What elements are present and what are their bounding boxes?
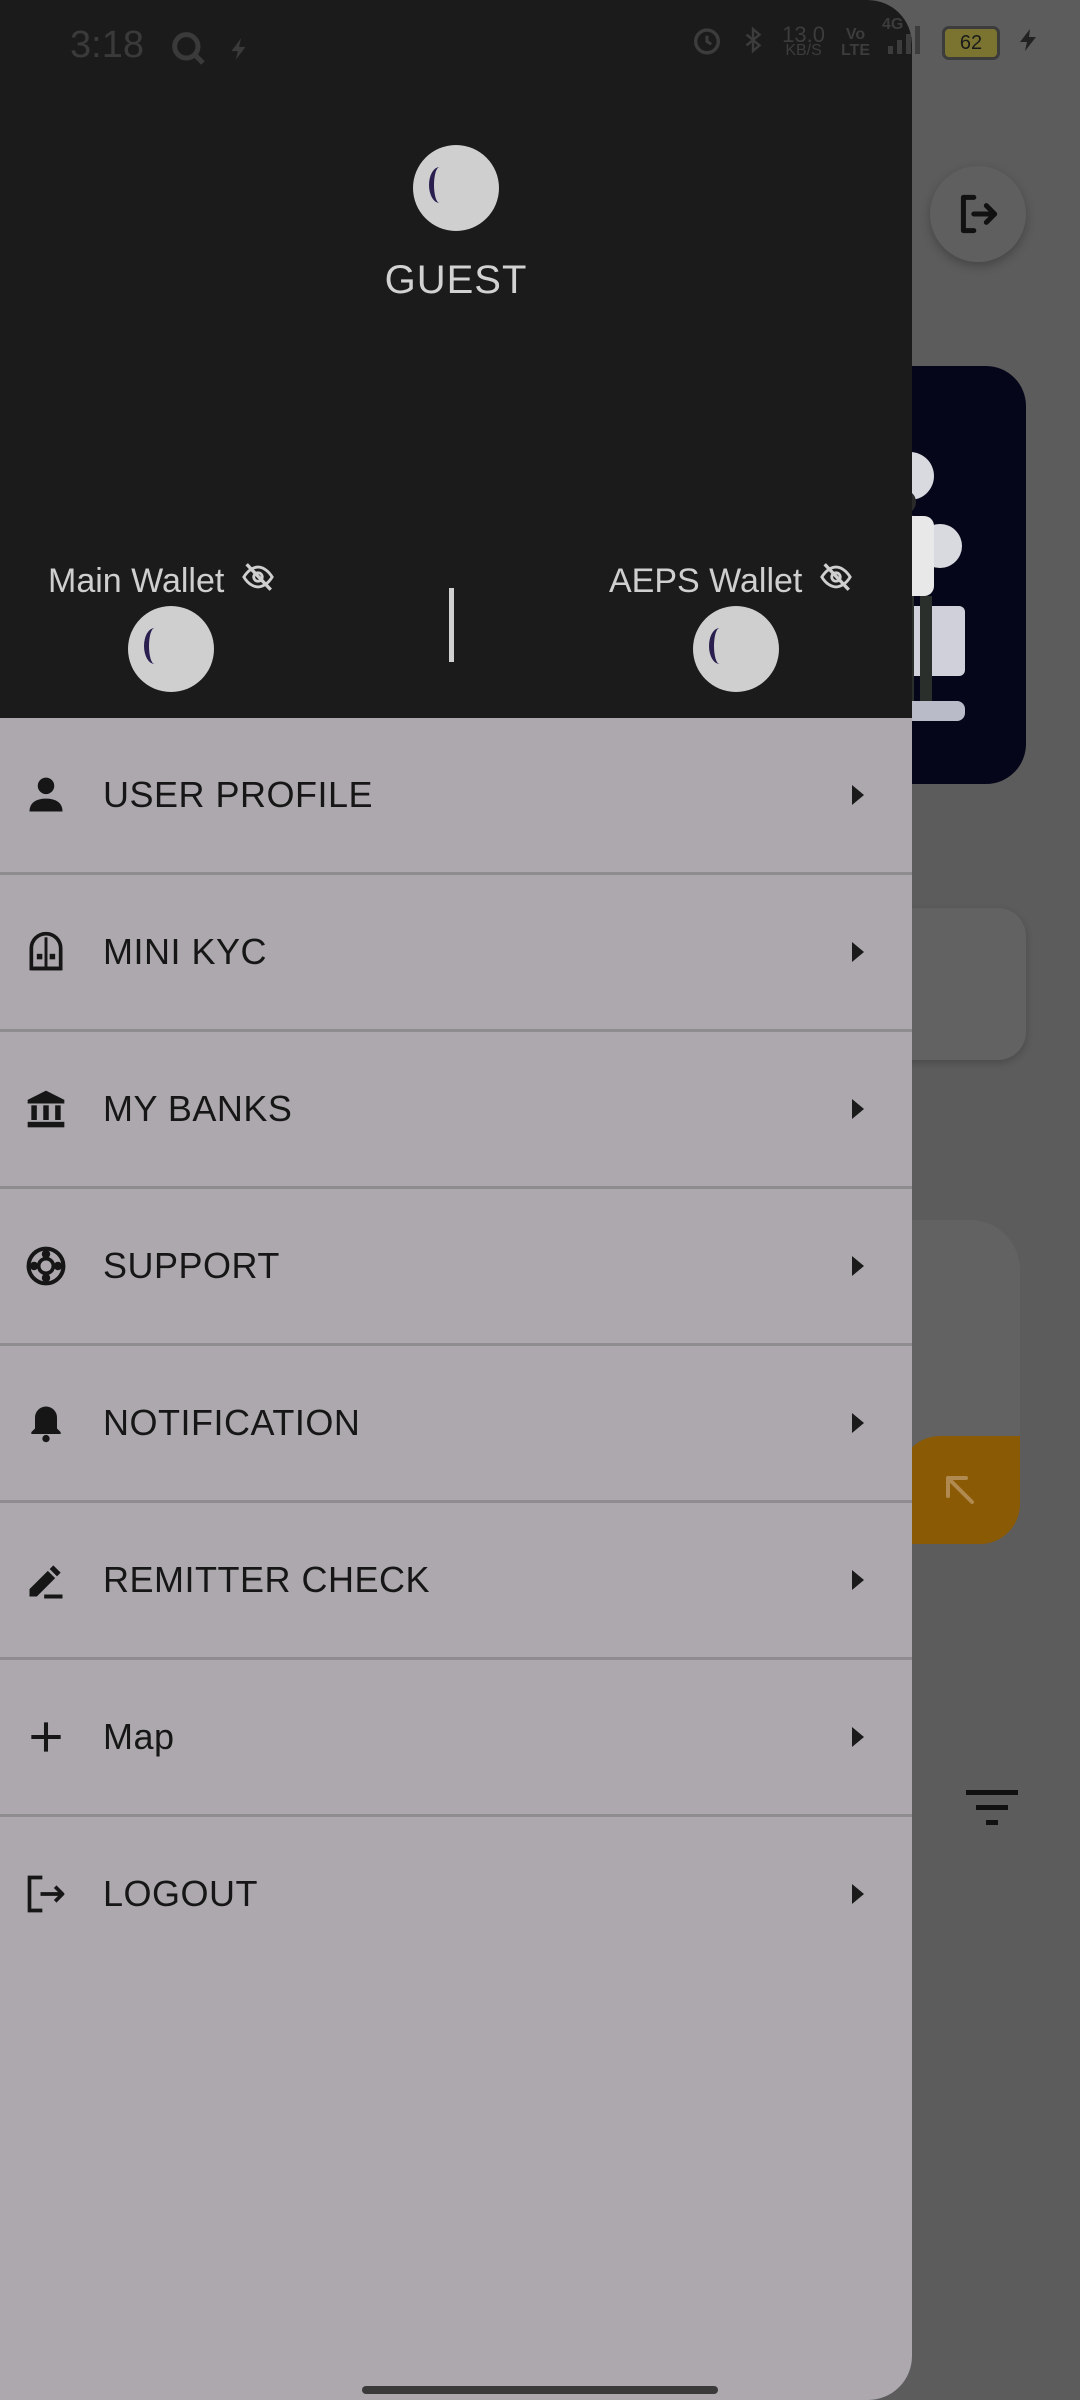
menu-item-label: REMITTER CHECK: [103, 1559, 431, 1600]
logout-icon: [27, 1875, 65, 1913]
menu-item-logout[interactable]: LOGOUT: [0, 1817, 912, 1971]
filter-icon: [966, 1790, 1018, 1825]
menu-item-mini-kyc[interactable]: MINI KYC: [0, 875, 912, 1032]
arrow-right-icon: [852, 1884, 864, 1904]
navigation-drawer: GUEST Main Wallet AEPS Wallet USER PROFI…: [0, 0, 912, 2400]
person-icon: [29, 777, 63, 812]
drawer-menu: USER PROFILE MINI KYC MY BANKS SUPPORT N…: [0, 718, 912, 1971]
main-wallet-label: Main Wallet: [48, 560, 278, 603]
menu-item-label: USER PROFILE: [103, 774, 374, 815]
menu-item-label: MINI KYC: [103, 931, 268, 972]
wallet-divider: [449, 588, 454, 662]
visibility-off-icon[interactable]: [238, 560, 278, 603]
menu-item-notification[interactable]: NOTIFICATION: [0, 1346, 912, 1503]
menu-item-label: LOGOUT: [103, 1873, 259, 1914]
network-speed-value: 13.0: [782, 21, 825, 47]
arrow-right-icon: [852, 1727, 864, 1747]
status-bar: 3:18 13.0 KB/S Vo LTE 4G 62: [0, 0, 1080, 96]
plus-icon: [31, 1722, 61, 1752]
support-lifebuoy-icon: [26, 1246, 66, 1286]
kyc-icon: [29, 931, 63, 971]
arrow-right-icon: [852, 1570, 864, 1590]
drawer-header: GUEST Main Wallet AEPS Wallet: [0, 0, 912, 718]
arrow-right-icon: [852, 1256, 864, 1276]
network-speed-unit: KB/S: [785, 41, 822, 59]
network-speed: 13.0 KB/S: [782, 21, 825, 59]
network-type: 4G: [882, 16, 904, 33]
arrow-right-icon: [852, 942, 864, 962]
arrow-up-left-icon: [946, 1476, 974, 1504]
menu-item-label: SUPPORT: [103, 1245, 280, 1286]
background-arrow-tile: [900, 1436, 1020, 1544]
battery-indicator: 62: [942, 25, 1000, 60]
aeps-wallet-label: AEPS Wallet: [609, 560, 856, 603]
user-name: GUEST: [384, 258, 528, 302]
arrow-right-icon: [852, 785, 864, 805]
menu-item-label: MY BANKS: [103, 1088, 293, 1129]
menu-item-user-profile[interactable]: USER PROFILE: [0, 718, 912, 875]
bank-icon: [27, 1090, 65, 1128]
alarm-icon: [690, 23, 724, 62]
visibility-off-icon[interactable]: [816, 560, 856, 603]
main-wallet-title: Main Wallet: [48, 562, 225, 600]
main-wallet-balance-spinner: [128, 606, 214, 692]
menu-item-label: NOTIFICATION: [103, 1402, 361, 1443]
avatar-loading-spinner: [413, 145, 499, 231]
logout-icon: [960, 194, 998, 234]
charging-icon: [1016, 22, 1040, 63]
bell-icon: [31, 1406, 61, 1443]
edit-icon: [29, 1565, 63, 1599]
flash-icon: [226, 34, 252, 69]
menu-item-label: Map: [103, 1716, 175, 1757]
menu-item-map[interactable]: Map: [0, 1660, 912, 1817]
aeps-wallet-title: AEPS Wallet: [609, 562, 803, 600]
background-logout-button: [930, 166, 1026, 262]
search-icon: [168, 28, 208, 73]
home-indicator[interactable]: [362, 2386, 718, 2394]
arrow-right-icon: [852, 1413, 864, 1433]
menu-item-support[interactable]: SUPPORT: [0, 1189, 912, 1346]
bluetooth-icon: [740, 23, 766, 62]
aeps-wallet-balance-spinner: [693, 606, 779, 692]
volte-indicator: Vo LTE: [840, 25, 870, 59]
status-time: 3:18: [70, 24, 144, 66]
menu-item-remitter-check[interactable]: REMITTER CHECK: [0, 1503, 912, 1660]
signal-icon: 4G: [882, 16, 926, 61]
arrow-right-icon: [852, 1099, 864, 1119]
menu-item-my-banks[interactable]: MY BANKS: [0, 1032, 912, 1189]
